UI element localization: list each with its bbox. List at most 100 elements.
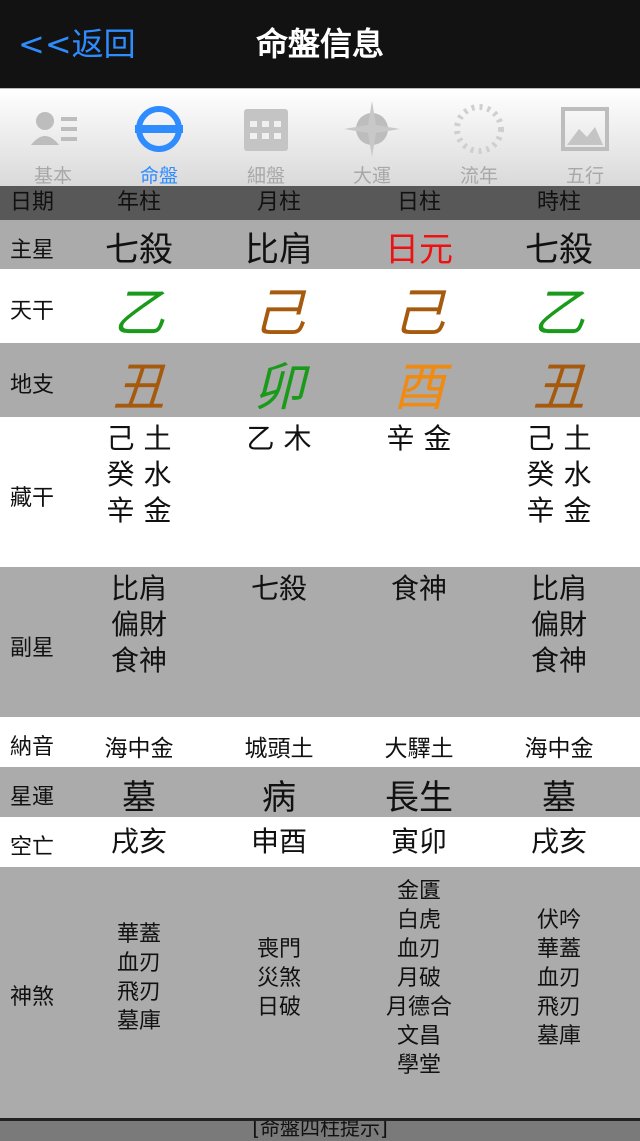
row-label: 天干 — [10, 299, 55, 324]
shensha-item: 災煞 — [256, 966, 301, 991]
stem-day: 己 — [392, 284, 445, 344]
shensha-item: 華蓋 — [116, 922, 161, 947]
calendar-icon — [244, 109, 288, 151]
tab-label: 細盤 — [246, 165, 285, 187]
nayin-day: 大驛土 — [384, 736, 454, 762]
shensha-item: 白虎 — [396, 908, 441, 933]
row-label: 納音 — [10, 735, 55, 760]
column-header: 日期 年柱 月柱 日柱 時柱 — [0, 186, 640, 220]
sub-star-hour: 比肩 偏財 食神 — [530, 572, 587, 677]
ring-bar-icon — [135, 106, 183, 152]
header-hour-pillar: 時柱 — [536, 190, 581, 215]
tab-label: 五行 — [565, 165, 604, 187]
tab-annual[interactable]: 流年 — [426, 89, 532, 187]
main-star-hour: 七殺 — [525, 230, 593, 270]
sub-star-month: 七殺 — [250, 572, 307, 605]
nayin-year: 海中金 — [104, 736, 174, 762]
row-label: 主星 — [10, 238, 55, 263]
shensha-item: 喪門 — [256, 937, 301, 962]
main-star-row: 主星 七殺 比肩 日元 七殺 — [0, 220, 640, 270]
row-label: 藏干 — [10, 486, 55, 511]
stem-year: 乙 — [112, 284, 165, 344]
hidden-stems-year: 己 土 癸 水 辛 金 — [106, 422, 172, 527]
shensha-row: 神煞 華蓋 血刃 飛刃 墓庫 喪門 災煞 日破 金匱 白虎 血刃 月破 月德合 … — [0, 867, 640, 1118]
void-hour: 戌亥 — [530, 825, 587, 858]
heavenly-stem-row: 天干 乙 己 己 乙 — [0, 269, 640, 344]
main-star-month: 比肩 — [245, 230, 313, 270]
navigation-bar: <<返回 命盤信息 — [0, 0, 640, 88]
nayin-hour: 海中金 — [524, 736, 594, 762]
void-day: 寅卯 — [390, 825, 447, 858]
shensha-year: 華蓋 血刃 飛刃 墓庫 — [69, 920, 209, 1036]
header-date-label: 日期 — [10, 190, 55, 215]
sub-star-row: 副星 比肩 偏財 食神 七殺 食神 比肩 偏財 食神 — [0, 567, 640, 717]
tab-bar: 基本 命盤 細盤 大運 流年 五行 — [0, 88, 640, 187]
shensha-item: 飛刃 — [536, 995, 581, 1020]
page-title: 命盤信息 — [255, 25, 384, 63]
void-month: 申酉 — [250, 825, 307, 858]
shensha-month: 喪門 災煞 日破 — [209, 935, 349, 1022]
nayin-month: 城頭土 — [244, 736, 314, 762]
shensha-item: 月破 — [396, 966, 441, 991]
stem-month: 己 — [252, 284, 305, 344]
shensha-item: 墓庫 — [116, 1009, 161, 1034]
shensha-item: 血刃 — [536, 966, 581, 991]
tab-chart[interactable]: 命盤 — [106, 89, 212, 187]
shensha-item: 伏吟 — [536, 908, 581, 933]
row-label: 副星 — [10, 636, 55, 661]
row-label: 神煞 — [10, 985, 55, 1010]
branch-year: 丑 — [112, 358, 165, 418]
header-year-pillar: 年柱 — [116, 190, 161, 215]
star-cycle-year: 墓 — [122, 778, 156, 818]
hidden-stems-month: 乙 木 — [246, 422, 312, 455]
main-star-year: 七殺 — [105, 230, 173, 270]
void-row: 空亡 戌亥 申酉 寅卯 戌亥 — [0, 817, 640, 867]
shensha-hour: 伏吟 華蓋 血刃 飛刃 墓庫 — [489, 906, 629, 1051]
earthly-branch-row: 地支 丑 卯 酉 丑 — [0, 343, 640, 418]
compass-icon — [344, 101, 400, 157]
shensha-item: 血刃 — [396, 937, 441, 962]
star-cycle-row: 星運 墓 病 長生 墓 — [0, 767, 640, 818]
shensha-item: 學堂 — [396, 1053, 441, 1078]
dotted-circle-icon — [454, 104, 504, 154]
tab-label: 命盤 — [139, 165, 178, 187]
shensha-item: 文昌 — [396, 1024, 441, 1049]
void-year: 戌亥 — [110, 825, 167, 858]
shensha-item: 墓庫 — [536, 1024, 581, 1049]
star-cycle-day: 長生 — [385, 778, 453, 818]
tab-label: 流年 — [459, 165, 498, 187]
shensha-item: 華蓋 — [536, 937, 581, 962]
shensha-item: 飛刃 — [116, 980, 161, 1005]
nayin-row: 納音 海中金 城頭土 大驛土 海中金 — [0, 717, 640, 767]
branch-month: 卯 — [252, 358, 305, 418]
tab-major-luck[interactable]: 大運 — [319, 89, 425, 187]
tab-label: 大運 — [352, 165, 391, 187]
profile-card-icon — [31, 112, 77, 145]
shensha-item: 血刃 — [116, 951, 161, 976]
stem-hour: 乙 — [532, 284, 585, 344]
shensha-item: 日破 — [256, 995, 301, 1020]
branch-day: 酉 — [392, 358, 445, 418]
header-day-pillar: 日柱 — [396, 190, 441, 215]
row-label: 星運 — [10, 785, 55, 810]
sub-star-year: 比肩 偏財 食神 — [110, 572, 167, 677]
star-cycle-hour: 墓 — [542, 778, 576, 818]
tab-five-elements[interactable]: 五行 — [532, 89, 638, 187]
picture-frame-icon — [561, 107, 609, 151]
row-label: 空亡 — [10, 835, 55, 860]
tab-detail[interactable]: 細盤 — [213, 89, 319, 187]
shensha-item: 月德合 — [385, 995, 452, 1020]
main-star-day: 日元 — [385, 230, 453, 270]
tab-label: 基本 — [33, 165, 72, 187]
tab-basic[interactable]: 基本 — [0, 89, 106, 187]
shensha-day: 金匱 白虎 血刃 月破 月德合 文昌 學堂 — [349, 877, 489, 1080]
star-cycle-month: 病 — [262, 778, 296, 818]
header-month-pillar: 月柱 — [256, 190, 301, 215]
hidden-stems-day: 辛 金 — [386, 422, 452, 455]
sub-star-day: 食神 — [390, 572, 447, 605]
hidden-stems-row: 藏干 己 土 癸 水 辛 金 乙 木 辛 金 己 土 癸 水 辛 金 — [0, 417, 640, 567]
branch-hour: 丑 — [532, 358, 585, 418]
row-label: 地支 — [10, 373, 55, 398]
hidden-stems-hour: 己 土 癸 水 辛 金 — [526, 422, 592, 527]
shensha-item: 金匱 — [396, 879, 441, 904]
